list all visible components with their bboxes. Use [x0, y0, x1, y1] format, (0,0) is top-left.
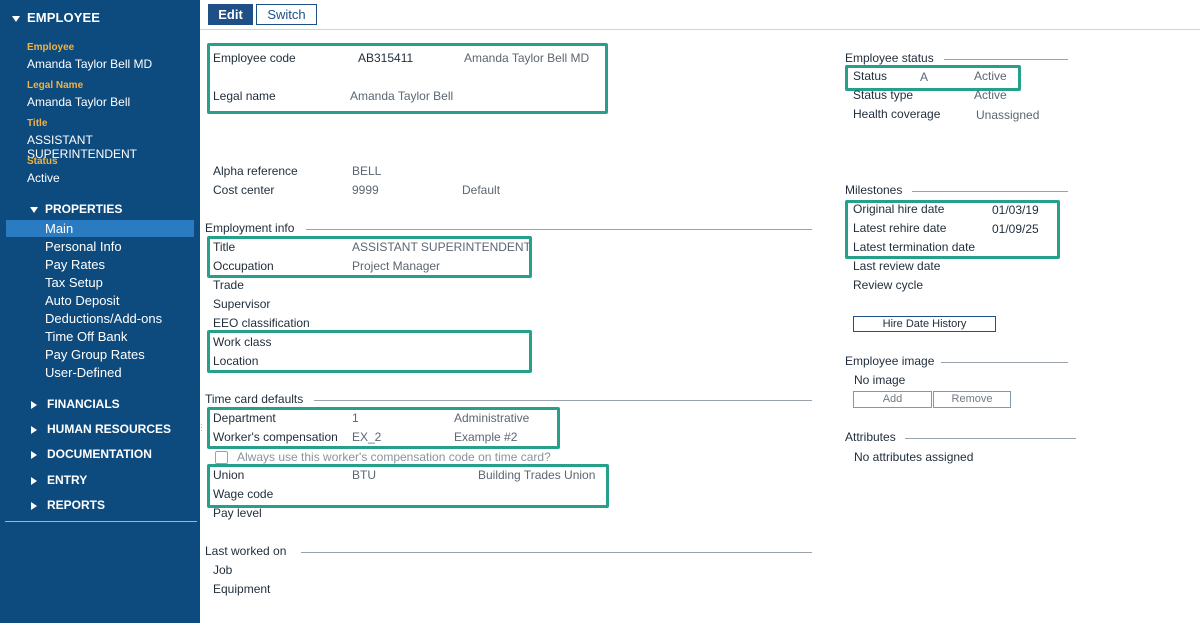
employee-image-rule: [941, 362, 1068, 363]
identity-highlight: [207, 43, 608, 114]
milestones-highlight: [845, 200, 1060, 259]
status-type-value: Active: [974, 88, 1007, 102]
pay-level-label: Pay level: [213, 506, 262, 520]
nav-item-user-defined[interactable]: User-Defined: [6, 364, 194, 381]
alpha-reference-value: BELL: [352, 164, 382, 178]
review-cycle-label: Review cycle: [853, 278, 924, 292]
main-form: · · · Employee code AB315411 Amanda Taylor…: [200, 30, 1200, 623]
sidebar-divider: [5, 521, 197, 522]
supervisor-label: Supervisor: [213, 297, 271, 311]
trade-label: Trade: [213, 278, 244, 292]
employment-info-title: Employment info: [205, 221, 295, 235]
no-attributes-text: No attributes assigned: [854, 450, 974, 464]
employee-status-title: Employee status: [845, 51, 934, 65]
last-worked-on-rule: [301, 552, 812, 553]
status-value: Active: [27, 171, 60, 185]
nav-item-main[interactable]: Main: [6, 220, 194, 237]
employee-image-title: Employee image: [845, 354, 935, 368]
status-label: Status: [27, 156, 58, 167]
reports-section-header[interactable]: REPORTS: [31, 498, 105, 512]
caret-right-icon: [31, 476, 37, 485]
nav-item-tax-setup[interactable]: Tax Setup: [6, 274, 194, 291]
resize-grip-icon[interactable]: · · ·: [200, 421, 203, 435]
human-resources-section-header[interactable]: HUMAN RESOURCES: [31, 422, 171, 436]
equipment-label: Equipment: [213, 582, 271, 596]
milestones-title: Milestones: [845, 183, 903, 197]
status-type-label: Status type: [853, 88, 914, 102]
health-coverage-label: Health coverage: [853, 107, 941, 121]
sidebar: EMPLOYEE Employee Amanda Taylor Bell MD …: [0, 0, 200, 623]
department-workers-comp-highlight: [207, 407, 560, 449]
entry-section-header[interactable]: ENTRY: [31, 473, 87, 487]
alpha-reference-label: Alpha reference: [213, 164, 298, 178]
employee-label: Employee: [27, 42, 75, 53]
attributes-title: Attributes: [845, 430, 896, 444]
title-occupation-highlight: [207, 236, 532, 278]
legal-name-label: Legal Name: [27, 80, 84, 91]
always-use-wc-label: Always use this worker's compensation co…: [237, 450, 551, 464]
nav-item-time-off-bank[interactable]: Time Off Bank: [6, 328, 194, 345]
legal-name-value: Amanda Taylor Bell: [27, 95, 131, 109]
properties-section-header[interactable]: PROPERTIES: [30, 202, 122, 216]
cost-center-value: 9999: [352, 183, 379, 197]
always-use-wc-checkbox[interactable]: [215, 451, 228, 464]
cost-center-label: Cost center: [213, 183, 275, 197]
job-label: Job: [213, 563, 233, 577]
hire-date-history-button[interactable]: Hire Date History: [853, 316, 996, 332]
documentation-section-header[interactable]: DOCUMENTATION: [31, 447, 152, 461]
employee-value: Amanda Taylor Bell MD: [27, 57, 153, 71]
title-label: Title: [27, 118, 48, 129]
nav-item-pay-rates[interactable]: Pay Rates: [6, 256, 194, 273]
cost-center-description: Default: [462, 183, 501, 197]
financials-section-header[interactable]: FINANCIALS: [31, 397, 120, 411]
nav-item-auto-deposit[interactable]: Auto Deposit: [6, 292, 194, 309]
milestones-rule: [912, 191, 1068, 192]
caret-right-icon: [31, 400, 37, 409]
employee-status-rule: [944, 59, 1068, 60]
work-class-location-highlight: [207, 330, 532, 373]
toolbar: Edit Switch: [200, 0, 1200, 30]
nav-item-pay-group-rates[interactable]: Pay Group Rates: [6, 346, 194, 363]
eeo-classification-label: EEO classification: [213, 316, 310, 330]
edit-button[interactable]: Edit: [208, 4, 253, 25]
caret-right-icon: [31, 450, 37, 459]
last-review-date-label: Last review date: [853, 259, 941, 273]
switch-button[interactable]: Switch: [256, 4, 317, 25]
union-wage-highlight: [207, 464, 609, 508]
last-worked-on-title: Last worked on: [205, 544, 287, 558]
add-image-button[interactable]: Add: [853, 391, 932, 408]
health-coverage-value: Unassigned: [976, 108, 1040, 122]
time-card-defaults-rule: [314, 400, 812, 401]
caret-down-icon: [30, 206, 38, 213]
nav-item-personal-info[interactable]: Personal Info: [6, 238, 194, 255]
employee-section-header[interactable]: EMPLOYEE: [12, 10, 100, 25]
attributes-rule: [905, 438, 1076, 439]
caret-down-icon: [12, 15, 20, 22]
caret-right-icon: [31, 425, 37, 434]
time-card-defaults-title: Time card defaults: [205, 392, 304, 406]
no-image-text: No image: [854, 373, 906, 387]
remove-image-button[interactable]: Remove: [933, 391, 1011, 408]
employment-info-rule: [306, 229, 812, 230]
nav-item-deductions[interactable]: Deductions/Add-ons: [6, 310, 194, 327]
caret-right-icon: [31, 501, 37, 510]
